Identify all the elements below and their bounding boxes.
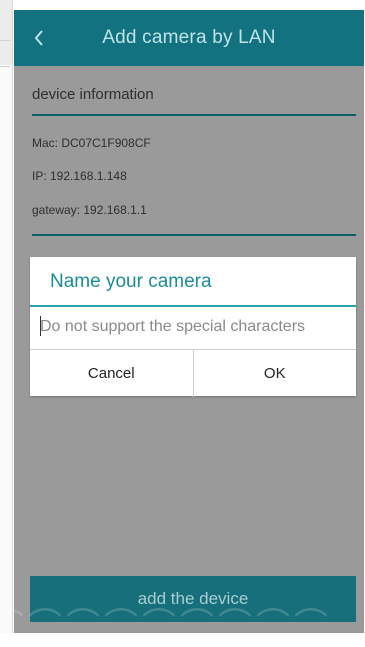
name-camera-dialog: Name your camera Cancel OK xyxy=(30,257,356,397)
device-info-heading: device information xyxy=(32,86,154,103)
back-button[interactable] xyxy=(22,22,56,54)
section-divider xyxy=(32,114,356,116)
text-cursor xyxy=(40,316,41,336)
ok-button[interactable]: OK xyxy=(194,350,357,397)
camera-name-input[interactable] xyxy=(40,310,352,343)
page-title: Add camera by LAN xyxy=(102,27,276,48)
cancel-button[interactable]: Cancel xyxy=(30,350,194,397)
dialog-button-bar: Cancel OK xyxy=(30,349,356,397)
gateway-text: gateway: 192.168.1.1 xyxy=(32,203,147,217)
app-screen: Add camera by LAN device information Mac… xyxy=(14,10,364,633)
section-divider xyxy=(32,234,356,236)
chevron-left-icon xyxy=(33,29,45,47)
add-device-button[interactable]: add the device xyxy=(30,576,356,622)
dialog-title: Name your camera xyxy=(50,271,212,292)
dialog-title-divider xyxy=(30,305,356,307)
ip-address-text: IP: 192.168.1.148 xyxy=(32,169,127,183)
mac-address-text: Mac: DC07C1F908CF xyxy=(32,136,151,150)
window-edge-strip xyxy=(0,0,13,633)
top-app-bar: Add camera by LAN xyxy=(14,10,364,66)
